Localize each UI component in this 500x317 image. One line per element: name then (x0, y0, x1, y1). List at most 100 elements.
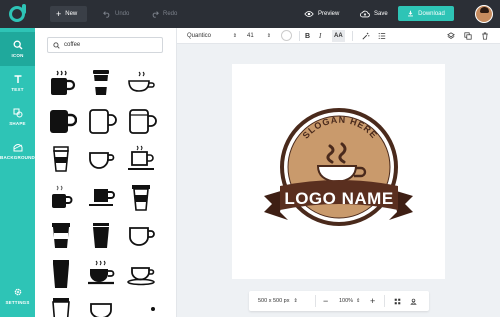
mug-on-saucer-icon[interactable] (124, 142, 158, 176)
mug-outline-icon[interactable] (84, 104, 118, 138)
user-view-button[interactable] (410, 296, 417, 306)
gear-icon (14, 288, 21, 296)
design-canvas[interactable]: SLOGAN HERE LOGO NAME (232, 64, 445, 279)
rail-label-icon: ICON (11, 53, 24, 58)
plus-icon: + (56, 8, 62, 19)
rail-item-icon[interactable]: ICON (0, 32, 35, 66)
zoom-in-button[interactable]: + (370, 296, 375, 306)
redo-button[interactable]: Redo (151, 7, 177, 21)
preview-button[interactable]: Preview (304, 7, 339, 21)
delete-button[interactable] (481, 31, 489, 41)
text-color-picker[interactable] (281, 30, 292, 41)
avatar[interactable] (475, 5, 493, 23)
redo-icon (152, 11, 159, 18)
up-down-chevron-icon: ⇕ (266, 33, 271, 39)
minus-icon: − (323, 296, 329, 306)
rail-label-background: BACKGROUND (0, 155, 35, 160)
divider (299, 31, 300, 41)
list-button[interactable] (378, 31, 386, 41)
plus-icon: + (370, 296, 376, 306)
italic-button[interactable]: I (319, 31, 321, 41)
takeaway-cup-dark-icon[interactable] (44, 218, 78, 252)
font-size-select[interactable]: 41 ⇕ (247, 31, 271, 41)
app-logo[interactable] (9, 4, 26, 22)
background-icon (13, 144, 22, 152)
divider (352, 31, 353, 41)
layers-icon (447, 32, 455, 39)
zoom-value: 100% (339, 298, 354, 304)
copy-icon (464, 32, 472, 40)
list-icon (378, 33, 386, 39)
logo-artwork[interactable]: SLOGAN HERE LOGO NAME (232, 64, 445, 279)
search-icon (13, 40, 22, 50)
top-bar: + New Undo Redo Preview Save Download (0, 0, 500, 28)
rail-label-text: TEXT (11, 87, 24, 92)
rail-label-settings: SETTINGS (5, 300, 30, 305)
grid-icon (394, 298, 401, 304)
coffee-mug-steam-icon[interactable] (44, 66, 78, 100)
takeaway-cup-icon[interactable] (84, 66, 118, 100)
rail-label-shape: SHAPE (9, 121, 26, 126)
font-select[interactable]: Quantico ⇕ (187, 31, 237, 41)
rail-item-text[interactable]: TEXT (0, 66, 35, 100)
divider (315, 295, 316, 307)
up-down-chevron-icon: ⇕ (356, 298, 361, 304)
grid-toggle-button[interactable] (394, 296, 401, 306)
tumbler-icon[interactable] (84, 218, 118, 252)
togo-cup-lid-icon[interactable] (124, 180, 158, 214)
font-size-value: 41 (247, 33, 254, 39)
save-label: Save (374, 11, 388, 17)
canvas-size-value: 500 x 500 px (258, 298, 290, 304)
rail-item-settings[interactable]: SETTINGS (0, 279, 35, 313)
steaming-cup-saucer-icon[interactable] (84, 256, 118, 290)
eye-icon (304, 11, 314, 17)
mug-outline-lined-icon[interactable] (124, 104, 158, 138)
undo-icon (103, 11, 110, 18)
search-input[interactable]: coffee (47, 37, 163, 53)
canvas-controls: 500 x 500 px ⇕ − 100% ⇕ + (249, 291, 429, 311)
text-icon (14, 75, 21, 83)
dot-partial-icon[interactable] (124, 294, 158, 317)
font-value: Quantico (187, 33, 212, 39)
redo-label: Redo (163, 11, 178, 17)
undo-label: Undo (115, 11, 130, 17)
espresso-cup-icon[interactable] (124, 256, 158, 290)
new-button[interactable]: + New (50, 6, 87, 22)
canvas-size-select[interactable]: 500 x 500 px ⇕ (258, 296, 298, 306)
effects-button[interactable] (362, 31, 370, 41)
zoom-out-button[interactable]: − (323, 296, 328, 306)
cup-partial-icon[interactable] (44, 294, 78, 317)
preview-label: Preview (318, 11, 340, 17)
left-rail: ICON TEXT SHAPE BACKGROUND SETTINGS (0, 28, 35, 317)
cloud-upload-icon (360, 10, 370, 18)
coffee-cup-outline-icon[interactable] (124, 66, 158, 100)
save-button[interactable]: Save (360, 7, 388, 21)
search-value: coffee (64, 42, 81, 48)
round-mug-icon[interactable] (124, 218, 158, 252)
uppercase-button[interactable]: AA (332, 30, 345, 42)
magic-wand-icon (362, 32, 370, 40)
search-icon (53, 41, 60, 49)
tall-cup-icon[interactable] (44, 256, 78, 290)
rail-item-background[interactable]: BACKGROUND (0, 134, 35, 168)
rail-item-shape[interactable]: SHAPE (0, 100, 35, 134)
download-button[interactable]: Download (398, 6, 454, 21)
undo-button[interactable]: Undo (103, 7, 129, 21)
logo-name[interactable]: LOGO NAME (284, 189, 393, 208)
layers-button[interactable] (447, 31, 455, 41)
duplicate-button[interactable] (464, 31, 472, 41)
user-icon (410, 298, 417, 305)
zoom-select[interactable]: 100% ⇕ (339, 296, 360, 306)
up-down-chevron-icon: ⇕ (232, 33, 237, 39)
bold-button[interactable]: B (305, 31, 310, 41)
teacup-outline-icon[interactable] (84, 142, 118, 176)
shape-icon (13, 108, 22, 118)
cup-on-plate-icon[interactable] (84, 180, 118, 214)
icon-panel: coffee (35, 28, 177, 317)
up-down-chevron-icon: ⇕ (293, 298, 298, 304)
download-icon (408, 10, 414, 17)
paper-cup-icon[interactable] (44, 142, 78, 176)
small-mug-steam-icon[interactable] (44, 180, 78, 214)
bowl-cup-partial-icon[interactable] (84, 294, 118, 317)
mug-solid-icon[interactable] (44, 104, 78, 138)
